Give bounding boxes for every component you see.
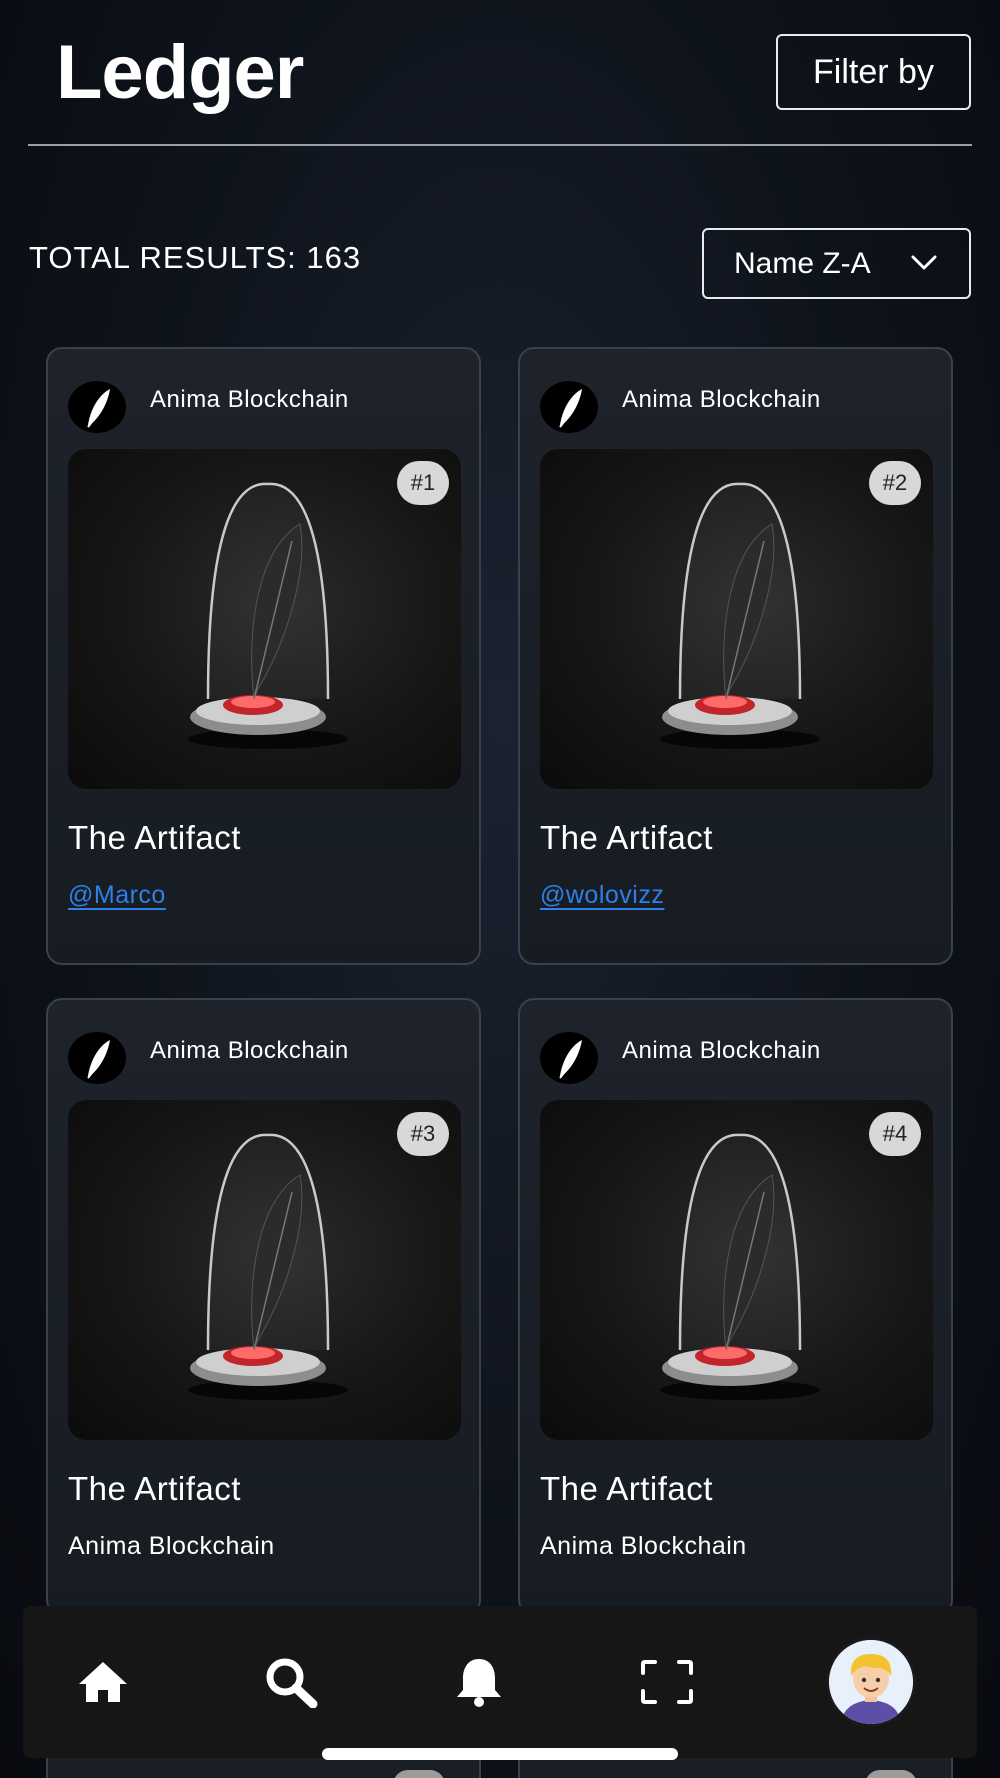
token-number-badge: #1: [397, 461, 449, 505]
artifact-image[interactable]: #1: [68, 449, 461, 789]
search-icon: [266, 1658, 318, 1708]
card-title: The Artifact: [540, 819, 713, 856]
token-number-badge: #3: [397, 1112, 449, 1156]
card-header: Anima Blockchain: [68, 1032, 468, 1084]
feather-logo-icon: [540, 1032, 598, 1084]
card-header: Anima Blockchain: [540, 381, 940, 433]
filter-button[interactable]: Filter by: [776, 34, 971, 110]
bell-jar-feather-illustration: [188, 482, 348, 749]
card-header: Anima Blockchain: [68, 381, 468, 433]
tab-scan[interactable]: [607, 1606, 727, 1758]
artifact-image[interactable]: #3: [68, 1100, 461, 1440]
card-subtitle: Anima Blockchain: [540, 1532, 747, 1560]
chain-name: Anima Blockchain: [150, 1037, 349, 1064]
feather-logo-icon: [68, 381, 126, 433]
token-number-badge: [865, 1770, 917, 1778]
nft-card[interactable]: Anima Blockchain #4 The Artifact Anima B…: [518, 998, 953, 1616]
page-title: Ledger: [56, 30, 304, 115]
nft-card[interactable]: Anima Blockchain #1 The Artifact @Marco: [46, 347, 481, 965]
bell-jar-feather-illustration: [660, 482, 820, 749]
tab-notifications[interactable]: [419, 1606, 539, 1758]
header: Ledger Filter by: [0, 0, 1000, 148]
sort-selected-label: Name Z-A: [734, 246, 871, 280]
bell-jar-feather-illustration: [660, 1133, 820, 1400]
results-count: TOTAL RESULTS: 163: [29, 240, 362, 275]
card-title: The Artifact: [540, 1470, 713, 1507]
card-title: The Artifact: [68, 1470, 241, 1507]
chevron-down-icon: [911, 255, 937, 270]
feather-logo-icon: [68, 1032, 126, 1084]
home-indicator: [322, 1748, 678, 1760]
chain-name: Anima Blockchain: [622, 1037, 821, 1064]
tab-search[interactable]: [231, 1606, 351, 1758]
chain-name: Anima Blockchain: [622, 386, 821, 413]
header-divider: [28, 144, 972, 146]
card-header: Anima Blockchain: [540, 1032, 940, 1084]
feather-logo-icon: [540, 381, 598, 433]
nft-card[interactable]: Anima Blockchain #2 The Artifact @wolovi…: [518, 347, 953, 965]
page: Ledger Filter by TOTAL RESULTS: 163 Name…: [0, 0, 1000, 1778]
artifact-image[interactable]: #2: [540, 449, 933, 789]
tab-profile[interactable]: [811, 1606, 931, 1758]
avatar: [826, 1637, 916, 1727]
tab-home[interactable]: [43, 1606, 163, 1758]
token-number-badge: #4: [869, 1112, 921, 1156]
card-subtitle: Anima Blockchain: [68, 1532, 275, 1560]
creator-link[interactable]: @wolovizz: [540, 881, 664, 910]
token-number-badge: #2: [869, 461, 921, 505]
bottom-tab-bar: [23, 1606, 977, 1758]
token-number-badge: [393, 1770, 445, 1778]
scan-icon: [641, 1660, 693, 1704]
creator-link[interactable]: @Marco: [68, 881, 166, 910]
sort-select[interactable]: Name Z-A: [702, 228, 971, 299]
artifact-image[interactable]: #4: [540, 1100, 933, 1440]
card-title: The Artifact: [68, 819, 241, 856]
chain-name: Anima Blockchain: [150, 386, 349, 413]
nft-card[interactable]: Anima Blockchain #3 The Artifact Anima B…: [46, 998, 481, 1616]
home-icon: [79, 1662, 127, 1702]
bell-jar-feather-illustration: [188, 1133, 348, 1400]
bell-icon: [457, 1659, 501, 1707]
